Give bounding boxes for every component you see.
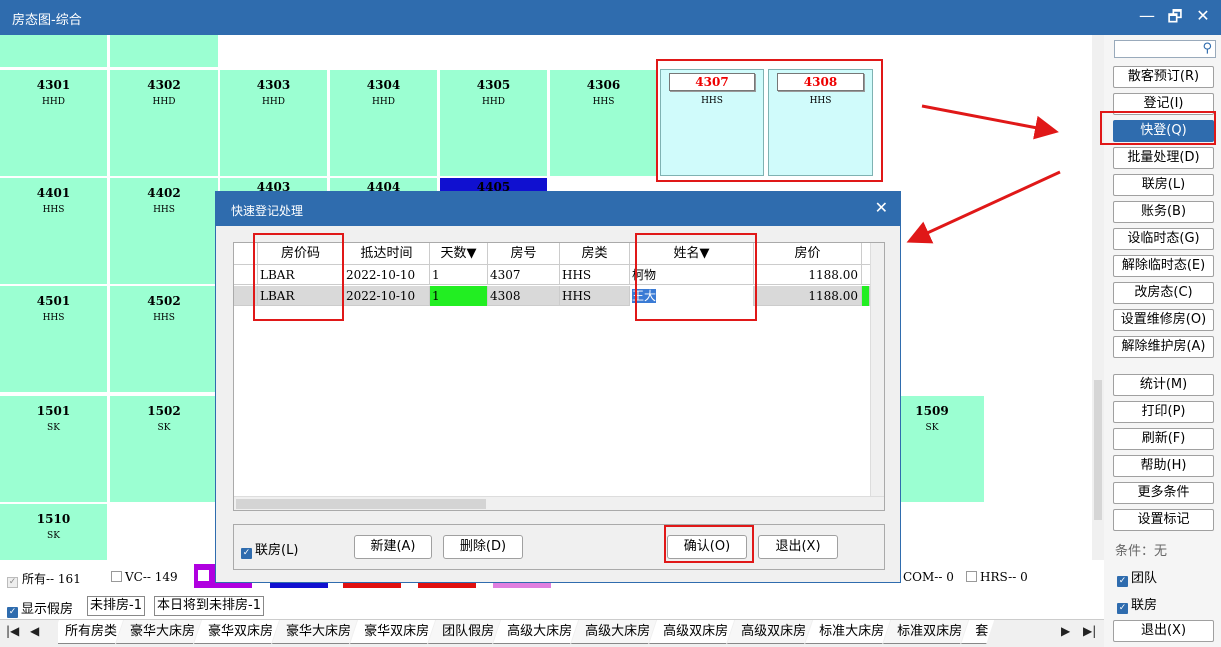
arrow-to-dialog: [906, 170, 1061, 244]
arrow-to-quick-checkin: [921, 104, 1059, 140]
annotation-arrows: [906, 104, 1061, 244]
